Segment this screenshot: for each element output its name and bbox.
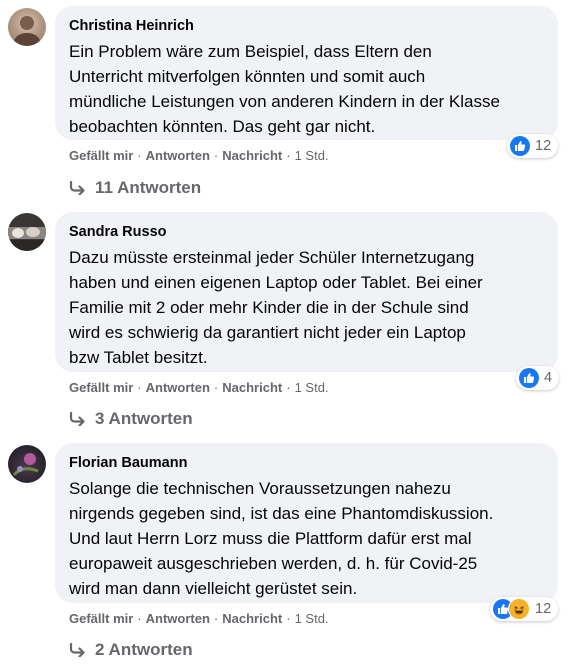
reply-link[interactable]: Antworten [146,611,210,626]
profile-photo-icon [12,453,39,477]
reply-arrow-icon [69,643,85,657]
reaction-summary[interactable]: 12 [507,134,559,158]
comment-actions: Gefällt mir · Antworten · Nachricht · 1 Std. [69,611,329,626]
reply-arrow-icon [69,412,85,426]
like-link[interactable]: Gefällt mir [69,380,133,395]
comment-author[interactable]: Christina Heinrich [69,17,544,36]
reply-arrow-icon [69,181,85,195]
avatar[interactable] [8,445,46,483]
reaction-summary[interactable]: 4 [516,366,560,390]
reply-link[interactable]: Antworten [146,380,210,395]
message-link[interactable]: Nachricht [222,611,282,626]
avatar[interactable] [8,213,46,251]
comment-actions: Gefällt mir · Antworten · Nachricht · 1 Std. [69,148,329,163]
reaction-count: 12 [535,601,552,617]
like-icon [510,136,530,156]
view-replies-link[interactable]: 2 Antworten [69,640,193,660]
comment-bubble: Sandra Russo Dazu müsste ersteinmal jede… [55,212,558,372]
comment-bubble: Christina Heinrich Ein Problem wäre zum … [55,6,558,140]
timestamp[interactable]: 1 Std. [295,148,329,163]
avatar[interactable] [8,8,46,46]
message-link[interactable]: Nachricht [222,148,282,163]
comment-author[interactable]: Sandra Russo [69,223,544,242]
replies-count: 3 Antworten [95,409,193,428]
reply-link[interactable]: Antworten [146,148,210,163]
like-icon [519,368,539,388]
comment-author[interactable]: Florian Baumann [69,454,544,473]
reaction-summary[interactable]: 12 [490,597,559,621]
comment-text: Solange die technischen Voraussetzungen … [69,479,494,598]
profile-photo-icon [8,227,46,251]
like-link[interactable]: Gefällt mir [69,611,133,626]
timestamp[interactable]: 1 Std. [295,380,329,395]
message-link[interactable]: Nachricht [222,380,282,395]
reaction-count: 12 [535,138,552,154]
reaction-count: 4 [544,370,553,386]
comment-text: Dazu müsste ersteinmal jeder Schüler Int… [69,248,483,367]
comment-text: Ein Problem wäre zum Beispiel, dass Elte… [69,42,500,136]
view-replies-link[interactable]: 11 Antworten [69,178,201,198]
timestamp[interactable]: 1 Std. [295,611,329,626]
view-replies-link[interactable]: 3 Antworten [69,409,193,429]
comment-actions: Gefällt mir · Antworten · Nachricht · 1 Std. [69,380,329,395]
comment-bubble: Florian Baumann Solange die technischen … [55,443,558,603]
replies-count: 11 Antworten [95,178,202,197]
like-link[interactable]: Gefällt mir [69,148,133,163]
profile-photo-icon [14,16,40,46]
haha-icon [508,598,530,620]
replies-count: 2 Antworten [95,640,193,659]
